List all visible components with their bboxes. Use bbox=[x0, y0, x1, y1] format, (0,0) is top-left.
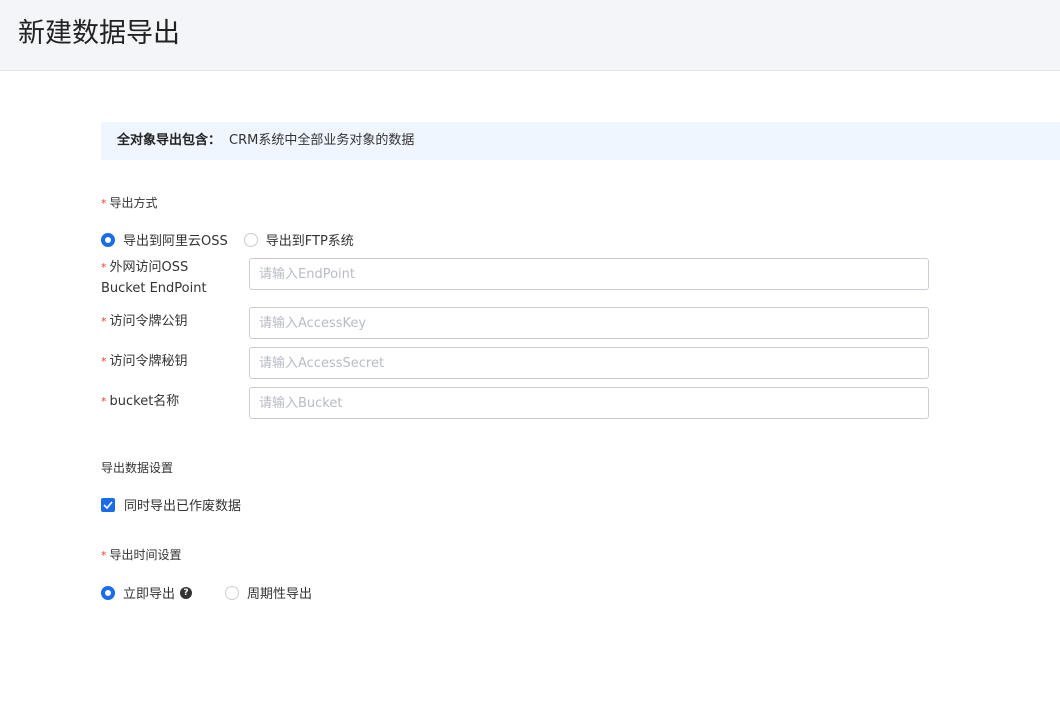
export-method-label: * 导出方式 bbox=[101, 196, 158, 210]
page-header: 新建数据导出 bbox=[0, 0, 1060, 71]
required-mark: * bbox=[101, 355, 107, 368]
access-secret-input[interactable] bbox=[249, 347, 929, 379]
radio-export-now[interactable]: 立即导出 ? bbox=[101, 583, 193, 602]
radio-checked-icon bbox=[101, 585, 115, 600]
required-mark: * bbox=[101, 549, 107, 562]
help-icon[interactable]: ? bbox=[180, 586, 193, 599]
time-settings-radio-group: 立即导出 ? 周期性导出 bbox=[101, 583, 312, 602]
data-settings-label: 导出数据设置 bbox=[101, 461, 174, 475]
radio-export-periodic[interactable]: 周期性导出 bbox=[225, 583, 312, 602]
info-banner: 全对象导出包含： CRM系统中全部业务对象的数据 bbox=[101, 122, 1060, 160]
required-mark: * bbox=[101, 197, 107, 210]
access-key-label: * 访问令牌公钥 bbox=[101, 314, 188, 329]
radio-unchecked-icon bbox=[225, 585, 240, 600]
endpoint-label: * 外网访问OSS Bucket EndPoint bbox=[101, 260, 207, 296]
required-mark: * bbox=[101, 315, 107, 328]
info-banner-label: 全对象导出包含： bbox=[117, 133, 222, 148]
radio-unchecked-icon bbox=[243, 232, 258, 247]
export-method-radio-group: 导出到阿里云OSS 导出到FTP系统 bbox=[101, 230, 354, 249]
endpoint-input[interactable] bbox=[249, 258, 929, 290]
access-secret-label: * 访问令牌秘钥 bbox=[101, 354, 188, 369]
time-settings-label: * 导出时间设置 bbox=[101, 548, 182, 562]
radio-export-now-label: 立即导出 bbox=[123, 587, 176, 602]
bucket-name-label: * bucket名称 bbox=[101, 394, 180, 409]
bucket-name-input[interactable] bbox=[249, 387, 929, 419]
info-banner-text: CRM系统中全部业务对象的数据 bbox=[229, 133, 415, 148]
radio-checked-icon bbox=[101, 232, 115, 247]
radio-export-oss[interactable]: 导出到阿里云OSS bbox=[101, 230, 228, 249]
required-mark: * bbox=[101, 395, 107, 408]
radio-export-oss-label: 导出到阿里云OSS bbox=[123, 234, 228, 249]
checkbox-checked-icon[interactable] bbox=[101, 497, 115, 512]
required-mark: * bbox=[101, 261, 107, 274]
page-title: 新建数据导出 bbox=[18, 18, 180, 49]
include-voided-label: 同时导出已作废数据 bbox=[124, 499, 242, 514]
radio-export-periodic-label: 周期性导出 bbox=[247, 587, 313, 602]
radio-export-ftp[interactable]: 导出到FTP系统 bbox=[243, 230, 354, 249]
radio-export-ftp-label: 导出到FTP系统 bbox=[265, 234, 354, 249]
access-key-input[interactable] bbox=[249, 307, 929, 339]
include-voided-checkbox-row[interactable]: 同时导出已作废数据 bbox=[101, 495, 241, 514]
